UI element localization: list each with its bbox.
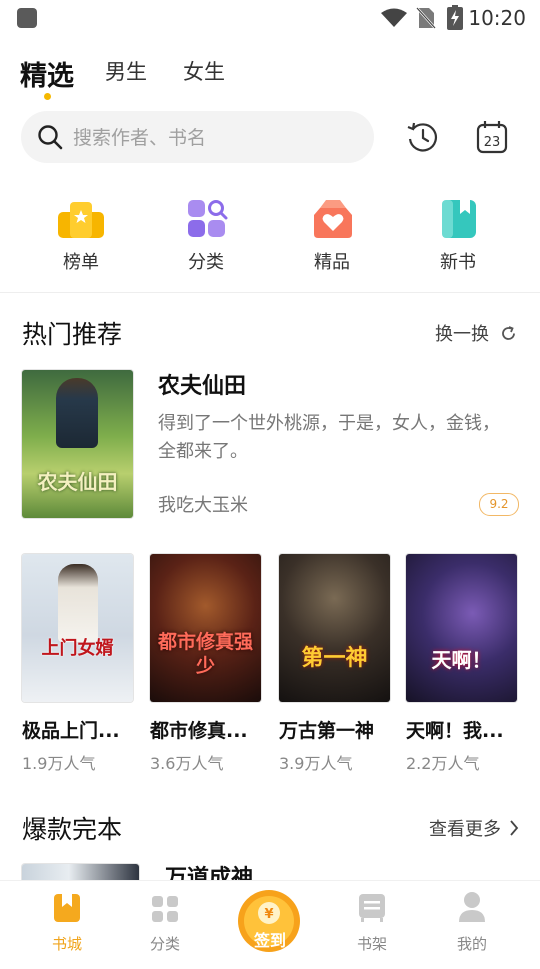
refresh-label: 换一换	[435, 324, 489, 345]
active-tab-indicator	[44, 93, 51, 100]
book-title[interactable]: 极品上门...	[22, 716, 120, 743]
view-more-button[interactable]: 查看更多	[429, 815, 524, 843]
app-notification-icon	[17, 8, 37, 28]
featured-cover-text: 农夫仙田	[37, 470, 118, 494]
complete-section-title: 爆款完本	[22, 815, 123, 844]
chevron-right-icon	[510, 820, 519, 836]
book-title[interactable]: 天啊！我...	[406, 716, 504, 743]
section-divider	[0, 292, 540, 293]
calendar-checkin-icon[interactable]: 23	[474, 119, 510, 155]
bottom-navigation: 书城 分类 ¥ 签到 书架 我的	[0, 880, 540, 961]
book-popularity: 3.6万人气	[150, 754, 224, 773]
wifi-icon	[381, 8, 407, 27]
nav-profile-label: 我的	[456, 935, 487, 953]
featured-book-title[interactable]: 农夫仙田	[158, 368, 246, 400]
featured-book-author: 我吃大玉米	[158, 495, 248, 516]
search-icon	[38, 125, 63, 150]
view-more-label: 查看更多	[429, 819, 501, 840]
no-sim-icon	[416, 7, 436, 29]
nav-bookstore-label: 书城	[51, 935, 82, 953]
tab-featured[interactable]: 精选	[20, 54, 74, 93]
nav-bookstore[interactable]: 书城	[32, 881, 102, 961]
book-popularity: 1.9万人气	[22, 754, 96, 773]
search-bar[interactable]	[21, 111, 374, 165]
nav-bookshelf[interactable]: 书架	[337, 881, 407, 961]
svg-text:¥: ¥	[264, 907, 273, 922]
entry-ranking-label: 榜单	[63, 252, 99, 273]
bookshelf-icon	[359, 894, 385, 922]
featured-book-description: 得到了一个世外桃源，于是，女人，金钱，全都来了。	[158, 413, 500, 462]
entry-premium-label: 精品	[314, 252, 350, 273]
nav-checkin-label: 签到	[253, 931, 286, 950]
category-grid-icon	[152, 896, 178, 922]
nav-category[interactable]: 分类	[130, 881, 200, 961]
bookstore-icon	[54, 894, 80, 922]
nav-category-label: 分类	[149, 935, 180, 953]
book-popularity: 2.2万人气	[406, 754, 480, 773]
battery-charging-icon	[447, 5, 463, 30]
tab-female[interactable]: 女生	[183, 56, 225, 86]
refresh-icon	[502, 326, 515, 340]
search-input[interactable]	[71, 111, 365, 165]
book-cover: 都市修真强少	[150, 554, 261, 702]
book-title[interactable]: 万古第一神	[279, 716, 374, 743]
refresh-button[interactable]: 换一换	[435, 320, 525, 348]
featured-book-score: 9.2	[479, 493, 519, 516]
category-icon	[188, 200, 228, 237]
nav-profile[interactable]: 我的	[437, 881, 507, 961]
book-cover-text: 上门女婿	[41, 638, 114, 659]
book-cover: 上门女婿	[22, 554, 133, 702]
nav-bookshelf-label: 书架	[356, 935, 387, 953]
entry-new-books-label: 新书	[440, 252, 476, 273]
status-time: 10:20	[468, 6, 526, 30]
entry-category-label: 分类	[188, 252, 224, 273]
ranking-icon	[58, 202, 104, 238]
hot-section-title: 热门推荐	[22, 320, 123, 349]
book-title[interactable]: 都市修真...	[150, 716, 248, 743]
status-bar: 10:20	[0, 0, 540, 36]
book-cover-text: 第一神	[301, 646, 368, 671]
book-popularity: 3.9万人气	[279, 754, 353, 773]
nav-checkin[interactable]: ¥ 签到	[233, 889, 307, 969]
history-icon[interactable]	[405, 119, 441, 155]
featured-book-cover: 农夫仙田	[22, 370, 133, 518]
book-cover-text: 天啊！	[431, 648, 492, 672]
profile-icon	[459, 892, 485, 922]
premium-icon	[314, 200, 352, 238]
tab-male[interactable]: 男生	[105, 56, 147, 86]
book-cover: 天啊！	[406, 554, 517, 702]
new-book-icon	[442, 200, 476, 238]
book-cover: 第一神	[279, 554, 390, 702]
book-cover-text: 都市修真强少	[157, 631, 253, 677]
svg-text:23: 23	[484, 135, 501, 150]
